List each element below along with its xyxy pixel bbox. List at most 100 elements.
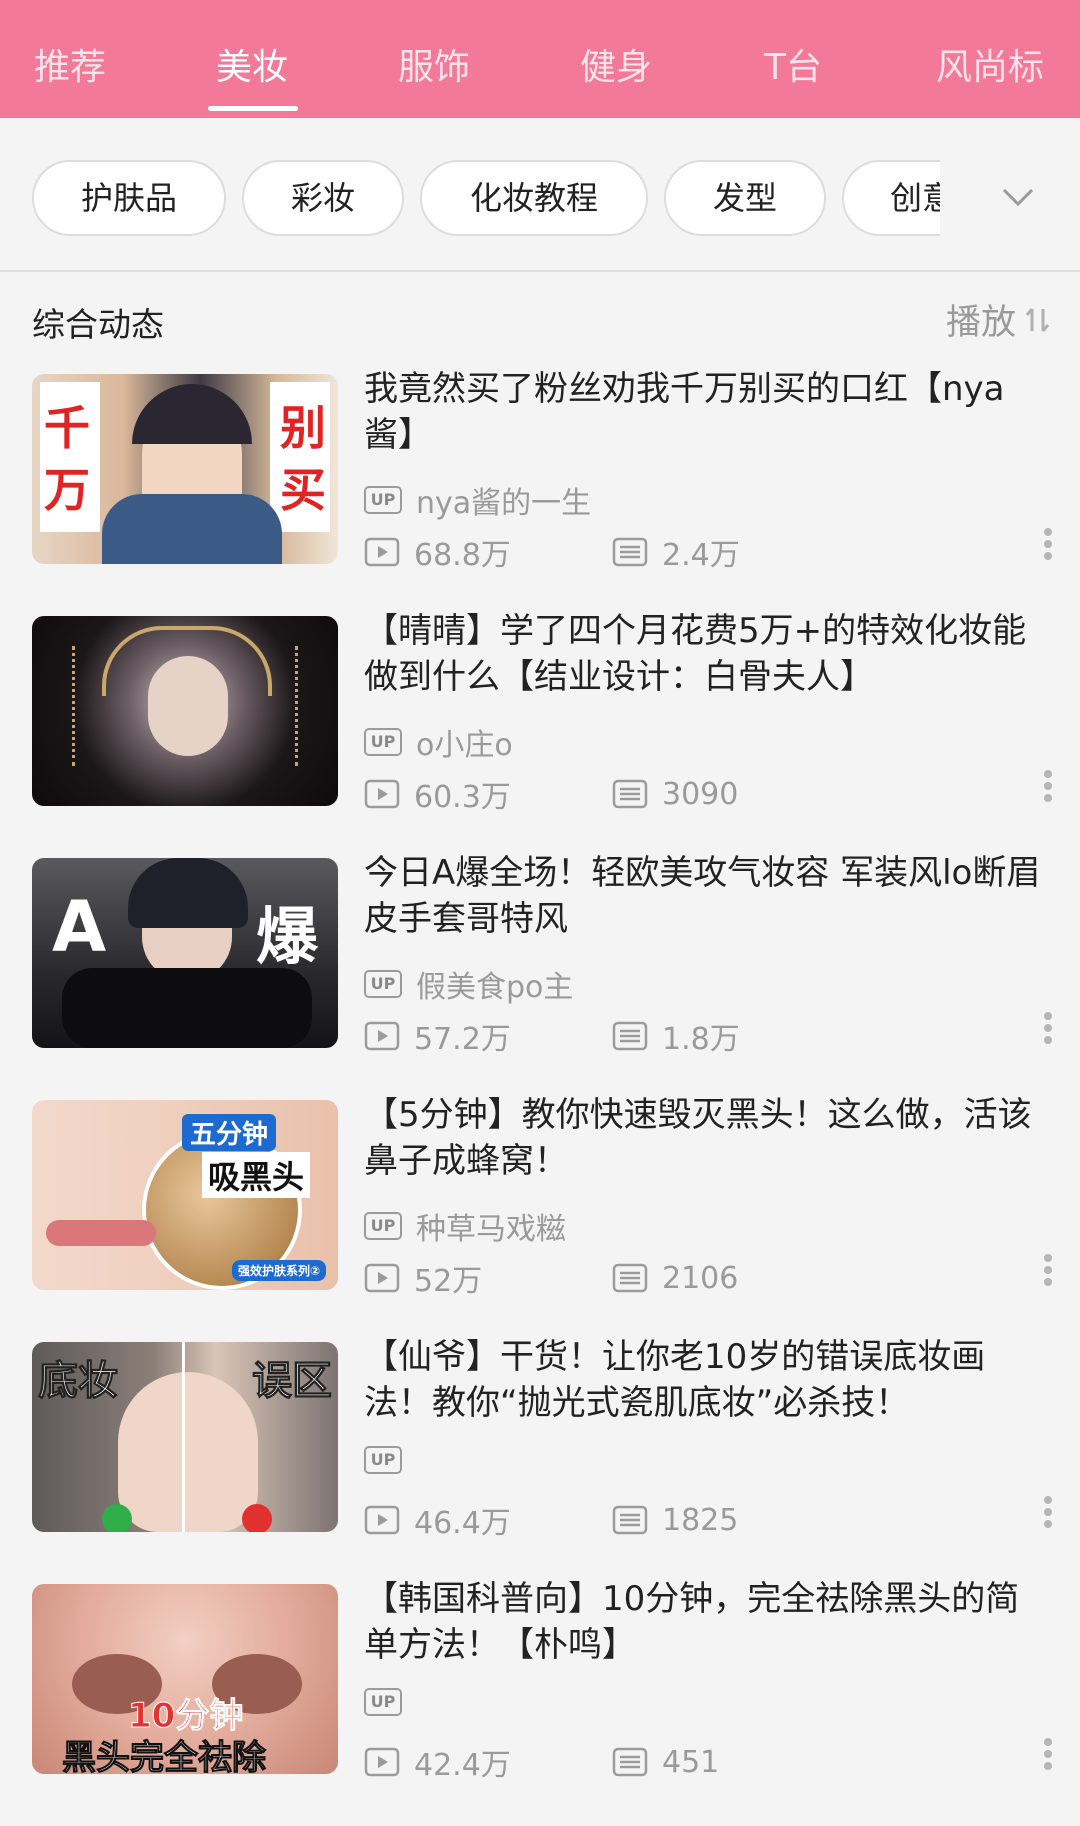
comment-count-value: 451 [662, 1744, 720, 1780]
comment-list-icon [612, 537, 648, 567]
more-options-icon[interactable] [1042, 1008, 1054, 1048]
uploader-row[interactable]: UP 假美食po主 [364, 962, 573, 1006]
video-thumbnail[interactable]: 五分钟 吸黑头 强效护肤系列② [32, 1100, 338, 1290]
uploader-name: 假美食po主 [416, 970, 574, 1005]
comment-count: 3090 [612, 777, 738, 812]
uploader-row[interactable]: UP [364, 1446, 416, 1474]
tab-recommend[interactable]: 推荐 [34, 40, 106, 96]
chip-skincare[interactable]: 护肤品 [32, 160, 226, 236]
play-count-value: 57.2万 [414, 1022, 511, 1057]
uploader-name: 种草马戏糍 [416, 1212, 566, 1247]
video-stats: 60.3万 3090 [364, 772, 738, 816]
more-options-icon[interactable] [1042, 766, 1054, 806]
comment-count: 2.4万 [612, 530, 740, 574]
more-options-icon[interactable] [1042, 1250, 1054, 1290]
uploader-row[interactable]: UP nya酱的一生 [364, 478, 591, 522]
comment-count-value: 2.4万 [662, 538, 740, 573]
video-thumbnail[interactable] [32, 616, 338, 806]
comment-list-icon [612, 1747, 648, 1777]
tab-makeup[interactable]: 美妆 [216, 40, 288, 96]
comment-count-value: 1.8万 [662, 1022, 740, 1057]
up-badge: UP [364, 486, 402, 514]
up-badge: UP [364, 1446, 402, 1474]
video-title[interactable]: 【韩国科普向】10分钟，完全祛除黑头的简单方法！【朴鸣】 [364, 1576, 1050, 1668]
comment-count: 1.8万 [612, 1014, 740, 1058]
tab-clothing[interactable]: 服饰 [398, 40, 470, 96]
video-thumbnail[interactable]: A 爆 [32, 858, 338, 1048]
tab-fitness[interactable]: 健身 [580, 40, 652, 96]
chip-color-makeup[interactable]: 彩妆 [242, 160, 404, 236]
thumb-caption: 买 [280, 463, 326, 517]
comment-count-value: 3090 [662, 776, 739, 812]
video-title[interactable]: 【晴晴】学了四个月花费5万+的特效化妆能做到什么【结业设计：白骨夫人】 [364, 608, 1050, 700]
play-icon [364, 1021, 400, 1051]
play-count: 52万 [364, 1256, 612, 1300]
up-badge: UP [364, 1212, 402, 1240]
sort-label: 播放 [945, 303, 1016, 343]
play-count-value: 42.4万 [414, 1748, 511, 1783]
play-icon [364, 1505, 400, 1535]
sort-button[interactable]: 播放 [946, 294, 1052, 345]
play-count: 42.4万 [364, 1740, 612, 1784]
thumb-caption: 五分钟 [182, 1114, 277, 1151]
video-thumbnail[interactable]: 10分钟 黑头完全祛除 [32, 1584, 338, 1774]
video-thumbnail[interactable]: 底妆 误区 [32, 1342, 338, 1532]
play-icon [364, 1263, 400, 1293]
list-item[interactable]: 【晴晴】学了四个月花费5万+的特效化妆能做到什么【结业设计：白骨夫人】 UP o… [0, 611, 1080, 858]
subcategory-chips: 护肤品 彩妆 化妆教程 发型 创意 [0, 118, 1080, 270]
play-count: 60.3万 [364, 772, 612, 816]
comment-list-icon [612, 1263, 648, 1293]
list-item[interactable]: 五分钟 吸黑头 强效护肤系列② 【5分钟】教你快速毁灭黑头！这么做，活该鼻子成蜂… [0, 1095, 1080, 1342]
uploader-row[interactable]: UP [364, 1688, 416, 1716]
category-tab-bar: 推荐 美妆 服饰 健身 T台 风尚标 [0, 0, 1080, 118]
video-stats: 46.4万 1825 [364, 1498, 738, 1542]
tab-fashion-icon[interactable]: 风尚标 [936, 40, 1044, 96]
active-tab-indicator [208, 106, 298, 111]
list-item[interactable]: 底妆 误区 【仙爷】干货！让你老10岁的错误底妆画法！教你“抛光式瓷肌底妆”必杀… [0, 1337, 1080, 1584]
section-title: 综合动态 [32, 305, 164, 344]
thumb-caption: 吸黑头 [202, 1152, 311, 1198]
video-stats: 68.8万 2.4万 [364, 530, 740, 574]
video-title[interactable]: 【5分钟】教你快速毁灭黑头！这么做，活该鼻子成蜂窝！ [364, 1092, 1050, 1184]
video-thumbnail[interactable]: 千 万 别 买 [32, 374, 338, 564]
more-options-icon[interactable] [1042, 524, 1054, 564]
more-options-icon[interactable] [1042, 1734, 1054, 1774]
more-options-icon[interactable] [1042, 1492, 1054, 1532]
play-count: 57.2万 [364, 1014, 612, 1058]
chip-hairstyle[interactable]: 发型 [664, 160, 826, 236]
thumb-caption: 千 [44, 401, 90, 455]
comment-count-value: 2106 [662, 1260, 739, 1296]
video-title[interactable]: 我竟然买了粉丝劝我千万别买的口红【nya酱】 [364, 366, 1050, 458]
video-title[interactable]: 今日A爆全场！轻欧美攻气妆容 军装风lo断眉皮手套哥特风 [364, 850, 1050, 942]
uploader-row[interactable]: UP 种草马戏糍 [364, 1204, 566, 1248]
list-item[interactable]: 10分钟 黑头完全祛除 【韩国科普向】10分钟，完全祛除黑头的简单方法！【朴鸣】… [0, 1579, 1080, 1826]
thumb-caption: 黑头完全祛除 [62, 1738, 267, 1775]
comment-count: 2106 [612, 1261, 738, 1296]
play-count-value: 68.8万 [414, 538, 511, 573]
thumb-caption: 别 [280, 401, 326, 455]
uploader-row[interactable]: UP o小庄o [364, 720, 513, 764]
list-item[interactable]: A 爆 今日A爆全场！轻欧美攻气妆容 军装风lo断眉皮手套哥特风 UP 假美食p… [0, 853, 1080, 1100]
sort-arrows-icon [1025, 307, 1050, 332]
thumb-caption: 底妆 [38, 1358, 119, 1405]
play-count: 68.8万 [364, 530, 612, 574]
chip-makeup-tutorial[interactable]: 化妆教程 [420, 160, 648, 236]
comment-list-icon [612, 1505, 648, 1535]
thumb-caption: 万 [44, 463, 90, 517]
video-stats: 57.2万 1.8万 [364, 1014, 740, 1058]
play-icon [364, 779, 400, 809]
video-title[interactable]: 【仙爷】干货！让你老10岁的错误底妆画法！教你“抛光式瓷肌底妆”必杀技！ [364, 1334, 1050, 1426]
comment-list-icon [612, 1021, 648, 1051]
chevron-down-icon[interactable] [998, 176, 1038, 216]
play-count-value: 46.4万 [414, 1506, 511, 1541]
up-badge: UP [364, 1688, 402, 1716]
play-count-value: 60.3万 [414, 780, 511, 815]
up-badge: UP [364, 970, 402, 998]
play-count: 46.4万 [364, 1498, 612, 1542]
list-item[interactable]: 千 万 别 买 我竟然买了粉丝劝我千万别买的口红【nya酱】 UP nya酱的一… [0, 369, 1080, 616]
thumb-caption: 爆 [255, 900, 318, 973]
tab-runway[interactable]: T台 [764, 40, 822, 96]
divider [0, 270, 1080, 272]
comment-count-value: 1825 [662, 1502, 739, 1538]
play-icon [364, 1747, 400, 1777]
